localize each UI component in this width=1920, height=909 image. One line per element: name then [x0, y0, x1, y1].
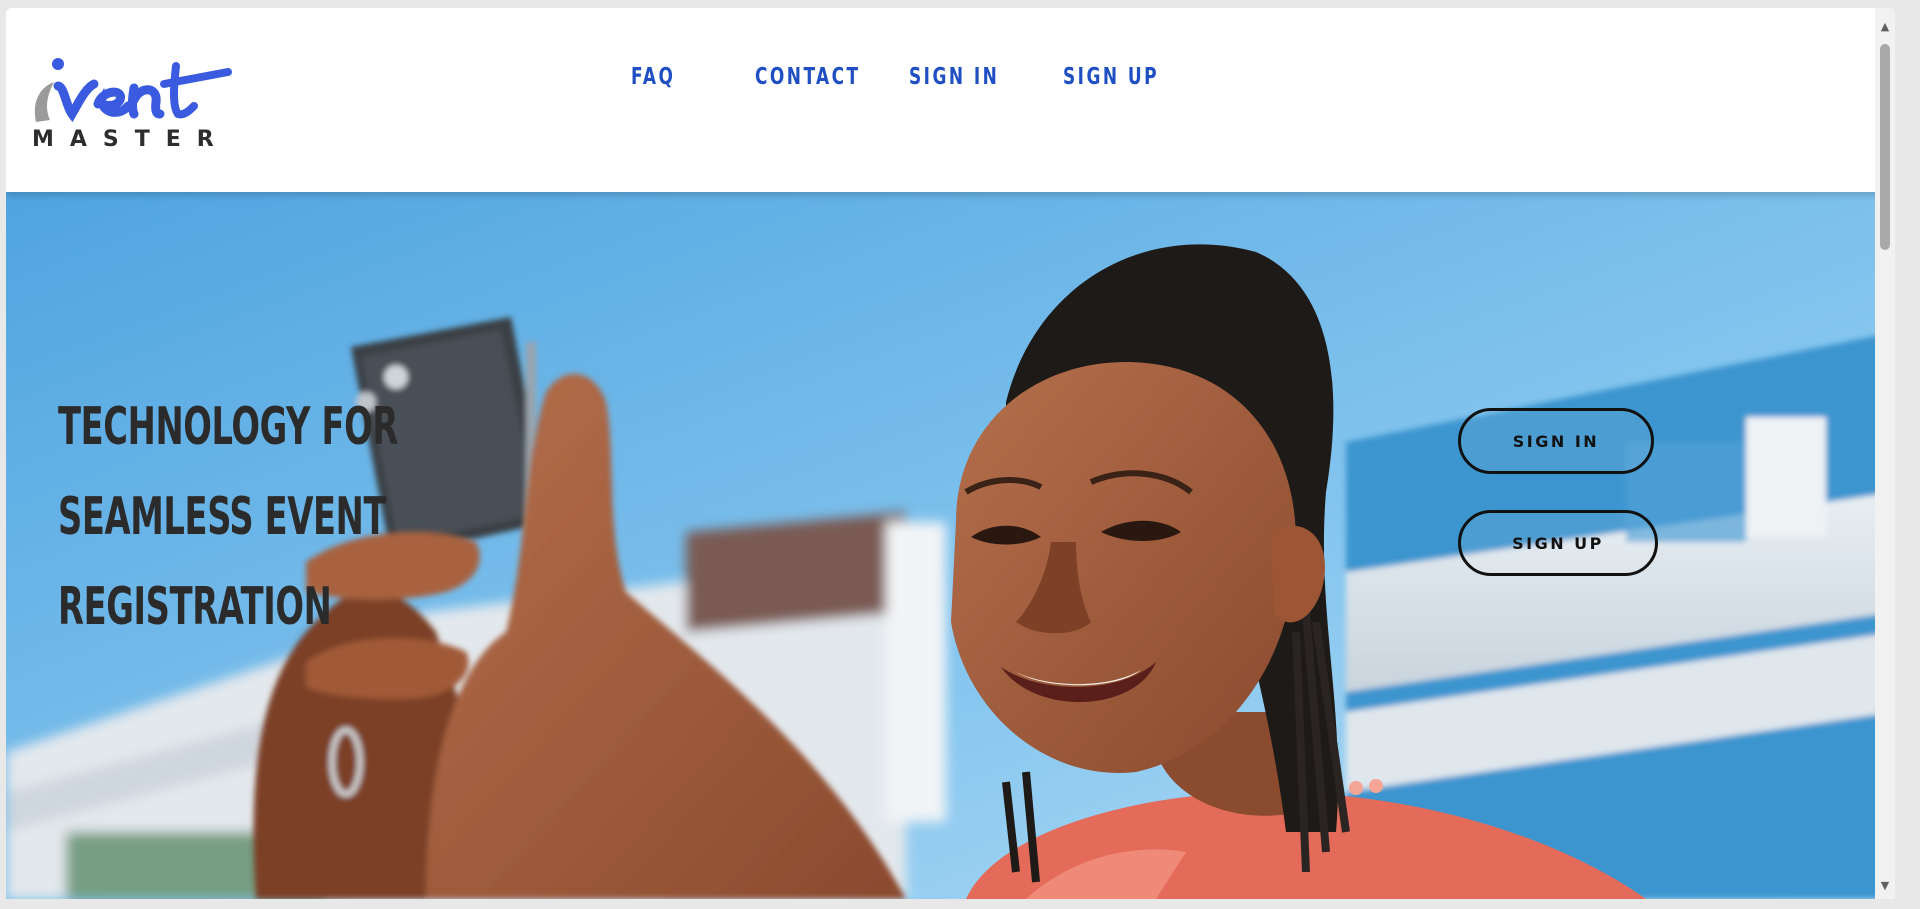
logo-subtext: MASTER [32, 127, 230, 152]
headline-line-1: TECHNOLOGY FOR [58, 397, 398, 457]
browser-viewport: MASTER FAQ CONTACT SIGN IN SIGN UP TECHN… [6, 8, 1895, 899]
main-nav: FAQ CONTACT SIGN IN SIGN UP [631, 64, 1217, 90]
nav-sign-up[interactable]: SIGN UP [1063, 64, 1157, 90]
page-scrollbar[interactable]: ▲ ▼ [1875, 8, 1895, 899]
nav-sign-in[interactable]: SIGN IN [909, 64, 997, 90]
scroll-thumb[interactable] [1880, 44, 1890, 250]
hero-sign-in-button[interactable]: SIGN IN [1458, 408, 1654, 474]
hero-headline: TECHNOLOGY FOR SEAMLESS EVENT REGISTRATI… [58, 382, 530, 652]
nav-faq[interactable]: FAQ [631, 64, 688, 90]
scroll-up-arrow-icon[interactable]: ▲ [1875, 16, 1895, 36]
headline-line-2: SEAMLESS EVENT [58, 487, 387, 547]
ivent-master-logo[interactable]: MASTER [28, 44, 238, 154]
nav-contact[interactable]: CONTACT [755, 64, 858, 90]
site-header: MASTER FAQ CONTACT SIGN IN SIGN UP [6, 8, 1895, 192]
logo-graphic: MASTER [32, 58, 232, 152]
hero-section: TECHNOLOGY FOR SEAMLESS EVENT REGISTRATI… [6, 192, 1895, 899]
scroll-down-arrow-icon[interactable]: ▼ [1875, 875, 1895, 895]
headline-line-3: REGISTRATION [58, 577, 332, 637]
hero-sign-up-button[interactable]: SIGN UP [1458, 510, 1658, 576]
